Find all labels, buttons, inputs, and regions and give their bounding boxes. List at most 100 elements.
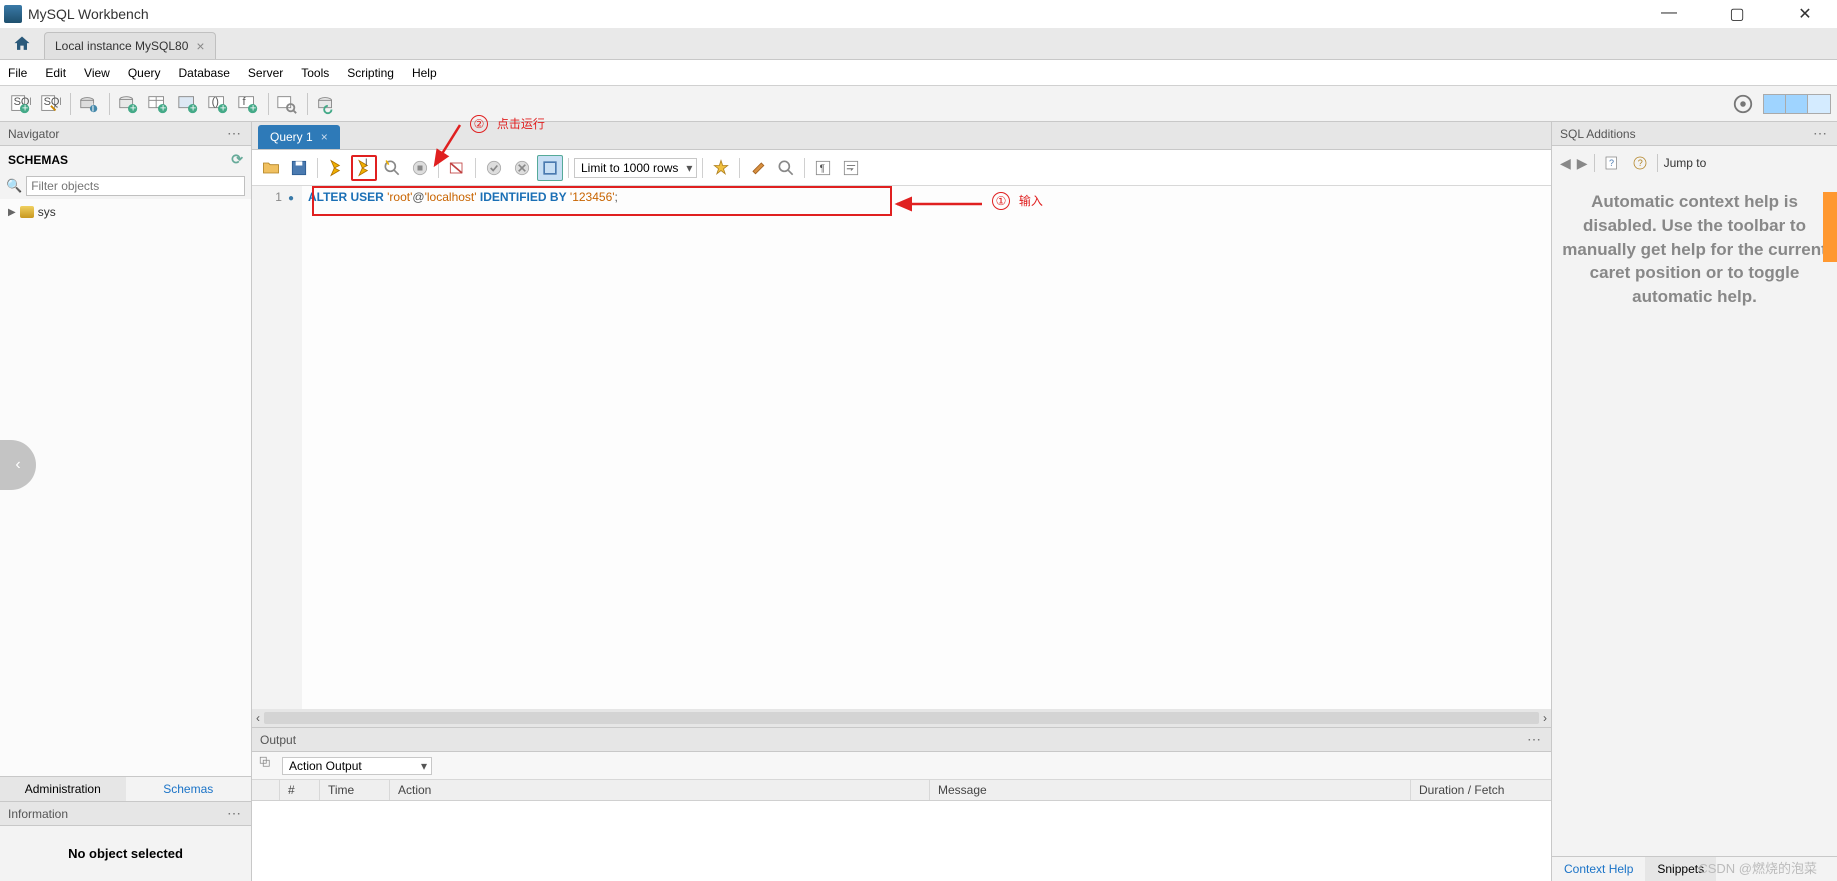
watermark: CSDN @燃烧的泡菜: [1698, 858, 1817, 877]
create-view-icon[interactable]: +: [174, 90, 202, 118]
window-close-button[interactable]: ✕: [1785, 4, 1825, 24]
create-function-icon[interactable]: f+: [234, 90, 262, 118]
menu-file[interactable]: File: [8, 66, 27, 80]
output-body: [252, 801, 1551, 881]
menu-query[interactable]: Query: [128, 66, 161, 80]
create-schema-icon[interactable]: +: [114, 90, 142, 118]
schema-tree[interactable]: ▶ sys: [0, 199, 251, 776]
beautify-icon[interactable]: [745, 155, 771, 181]
row-limit-label: Limit to 1000 rows: [581, 161, 678, 175]
schema-label: sys: [38, 205, 56, 219]
svg-text:?: ?: [1609, 158, 1614, 168]
find-icon[interactable]: [773, 155, 799, 181]
scroll-right-icon[interactable]: ›: [1543, 711, 1547, 725]
line-number: 1: [275, 190, 282, 204]
menu-edit[interactable]: Edit: [45, 66, 66, 80]
information-menu-icon[interactable]: ⋯: [227, 805, 243, 822]
wrap-icon[interactable]: [838, 155, 864, 181]
execute-current-icon[interactable]: I: [351, 155, 377, 181]
jump-to-label[interactable]: Jump to: [1664, 156, 1707, 170]
svg-text:I: I: [365, 158, 368, 169]
help-manual-icon[interactable]: ?: [1601, 152, 1623, 174]
svg-text:?: ?: [1637, 158, 1642, 168]
database-icon: [20, 206, 34, 218]
menu-database[interactable]: Database: [179, 66, 230, 80]
schemas-refresh-icon[interactable]: ⟳: [231, 151, 243, 168]
create-procedure-icon[interactable]: ()+: [204, 90, 232, 118]
editor-toolbar: I Limit to 1000 rows ¶: [252, 150, 1551, 186]
sql-additions-title: SQL Additions: [1560, 127, 1636, 141]
open-sql-file-icon[interactable]: SQL: [36, 90, 64, 118]
sql-additions-toolbar: ◀ ▶ ? ? Jump to: [1552, 146, 1837, 180]
sql-editor[interactable]: 1● ALTER USER 'root'@'localhost' IDENTIF…: [252, 186, 1551, 709]
svg-text:¶: ¶: [820, 163, 825, 174]
reconnect-icon[interactable]: [312, 90, 340, 118]
output-col-time[interactable]: Time: [320, 780, 390, 800]
explain-icon[interactable]: [379, 155, 405, 181]
output-type-select[interactable]: Action Output: [282, 757, 432, 775]
output-menu-icon[interactable]: ⋯: [1527, 731, 1543, 748]
menu-tools[interactable]: Tools: [301, 66, 329, 80]
invisible-chars-icon[interactable]: ¶: [810, 155, 836, 181]
window-minimize-button[interactable]: —: [1649, 4, 1689, 24]
schema-item-sys[interactable]: ▶ sys: [8, 203, 243, 221]
menu-view[interactable]: View: [84, 66, 110, 80]
annotation-input: ① 输入: [992, 192, 1043, 210]
autocommit-icon[interactable]: [537, 155, 563, 181]
help-auto-icon[interactable]: ?: [1629, 152, 1651, 174]
output-col-duration[interactable]: Duration / Fetch: [1411, 780, 1551, 800]
execute-icon[interactable]: [323, 155, 349, 181]
create-table-icon[interactable]: +: [144, 90, 172, 118]
svg-text:+: +: [130, 102, 136, 114]
main-toolbar: SQL+ SQL i + + + ()+ f+: [0, 86, 1837, 122]
inspector-icon[interactable]: i: [75, 90, 103, 118]
help-forward-icon[interactable]: ▶: [1577, 155, 1588, 172]
tab-schemas[interactable]: Schemas: [126, 777, 252, 801]
stop-icon[interactable]: [407, 155, 433, 181]
navigator-menu-icon[interactable]: ⋯: [227, 125, 243, 142]
tab-context-help[interactable]: Context Help: [1552, 857, 1645, 881]
svg-text:+: +: [22, 102, 28, 114]
sql-code[interactable]: ALTER USER 'root'@'localhost' IDENTIFIED…: [302, 186, 624, 709]
schema-filter-input[interactable]: [26, 176, 245, 196]
window-maximize-button[interactable]: ▢: [1717, 4, 1757, 24]
tab-administration[interactable]: Administration: [0, 777, 126, 801]
save-file-icon[interactable]: [286, 155, 312, 181]
svg-text:(): (): [212, 95, 219, 107]
connection-tab-label: Local instance MySQL80: [55, 39, 188, 53]
new-sql-tab-icon[interactable]: SQL+: [6, 90, 34, 118]
output-title: Output: [260, 733, 296, 747]
output-layout-icon[interactable]: [258, 755, 276, 776]
schemas-title: SCHEMAS: [8, 153, 68, 167]
output-col-message[interactable]: Message: [930, 780, 1411, 800]
query-tab-close[interactable]: ×: [321, 130, 328, 144]
row-limit-select[interactable]: Limit to 1000 rows: [574, 158, 697, 178]
menu-help[interactable]: Help: [412, 66, 437, 80]
home-button[interactable]: [0, 28, 44, 59]
search-table-data-icon[interactable]: [273, 90, 301, 118]
output-col-blank: [252, 780, 280, 800]
svg-text:+: +: [220, 102, 226, 114]
open-file-icon[interactable]: [258, 155, 284, 181]
favorite-icon[interactable]: [708, 155, 734, 181]
output-col-num[interactable]: #: [280, 780, 320, 800]
sql-additions-menu-icon[interactable]: ⋯: [1813, 125, 1829, 142]
expand-icon[interactable]: ▶: [8, 207, 16, 218]
connection-tab[interactable]: Local instance MySQL80 ×: [44, 32, 216, 59]
menu-server[interactable]: Server: [248, 66, 283, 80]
sql-additions-panel: SQL Additions⋯ ◀ ▶ ? ? Jump to Automatic…: [1551, 122, 1837, 881]
connection-tab-close[interactable]: ×: [196, 38, 204, 54]
rollback-icon[interactable]: [509, 155, 535, 181]
menu-bar: File Edit View Query Database Server Too…: [0, 60, 1837, 86]
scroll-left-icon[interactable]: ‹: [256, 711, 260, 725]
settings-icon[interactable]: [1729, 90, 1757, 118]
right-scrollbar-thumb[interactable]: [1823, 192, 1837, 262]
query-tab[interactable]: Query 1 ×: [258, 125, 340, 149]
no-limit-icon[interactable]: [444, 155, 470, 181]
panel-toggle[interactable]: [1763, 94, 1831, 114]
commit-icon[interactable]: [481, 155, 507, 181]
menu-scripting[interactable]: Scripting: [347, 66, 394, 80]
output-col-action[interactable]: Action: [390, 780, 930, 800]
help-back-icon[interactable]: ◀: [1560, 155, 1571, 172]
editor-hscroll[interactable]: ‹ ›: [252, 709, 1551, 727]
